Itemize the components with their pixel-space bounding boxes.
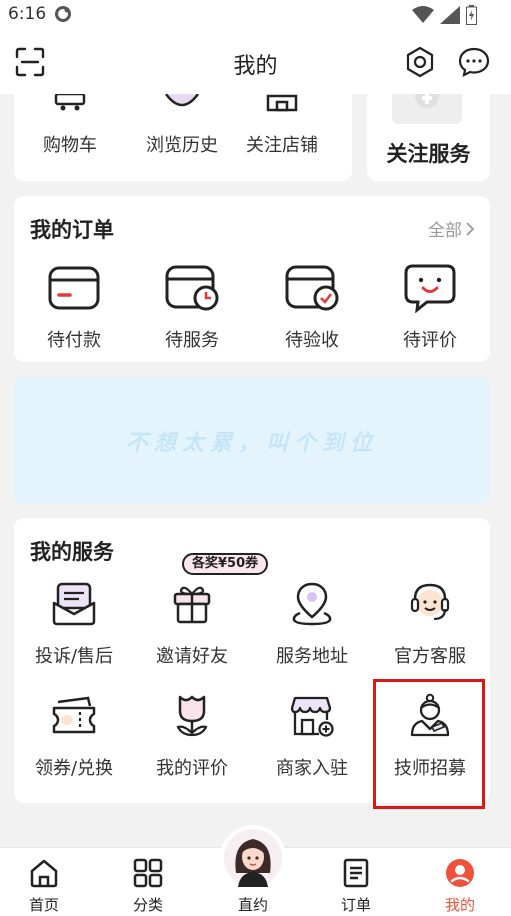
order-pending-payment[interactable]: 待付款: [14, 258, 134, 352]
shopping-cart-item[interactable]: 购物车: [20, 92, 120, 157]
card-check-icon: [282, 258, 342, 318]
highlight-box: [373, 679, 485, 809]
service-my-reviews-label: 我的评价: [156, 758, 228, 779]
status-time: 6:16: [8, 4, 47, 24]
follow-service-card[interactable]: 关注服务: [367, 94, 490, 181]
shortcut-card: 购物车 浏览历史 关注店铺: [14, 92, 352, 181]
nav-direct-booking-label: 直约: [237, 896, 268, 914]
home-icon: [27, 856, 61, 890]
nav-home[interactable]: 首页: [4, 856, 84, 915]
nav-profile-label: 我的: [444, 896, 475, 914]
card-clock-icon: [162, 258, 222, 318]
headset-icon: [400, 574, 460, 634]
invite-reward-badge: 各奖¥50券: [182, 553, 269, 575]
service-customer-support[interactable]: 官方客服: [370, 574, 490, 668]
tulip-icon: [162, 686, 222, 746]
add-service-icon: [392, 94, 462, 124]
history-icon: [164, 93, 200, 107]
services-title: 我的服务: [30, 540, 114, 564]
nav-category-label: 分类: [132, 896, 163, 914]
message-button[interactable]: [458, 46, 490, 78]
follow-service-label: 关注服务: [386, 142, 471, 166]
document-icon: [339, 856, 373, 890]
coupon-icon: [44, 686, 104, 746]
order-pending-review[interactable]: 待评价: [370, 258, 490, 352]
service-invite-friends[interactable]: 邀请好友: [132, 574, 252, 668]
service-my-reviews[interactable]: 我的评价: [132, 686, 252, 780]
browse-history-label: 浏览历史: [146, 135, 218, 156]
gear-icon: [406, 46, 434, 78]
service-coupons[interactable]: 领券/兑换: [14, 686, 134, 780]
orders-all-link[interactable]: 全部: [428, 216, 474, 241]
grid-icon: [131, 856, 165, 890]
service-address[interactable]: 服务地址: [252, 574, 372, 668]
avatar-icon: [224, 829, 282, 887]
browse-history-item[interactable]: 浏览历史: [132, 93, 232, 157]
battery-icon: [466, 5, 477, 25]
wifi-icon: [412, 6, 434, 23]
service-merchant-join[interactable]: 商家入驻: [252, 686, 372, 780]
nav-profile[interactable]: 我的: [420, 856, 500, 915]
service-merchant-join-label: 商家入驻: [276, 758, 348, 779]
order-pending-acceptance[interactable]: 待验收: [252, 258, 372, 352]
settings-button[interactable]: [404, 46, 436, 78]
profile-icon: [443, 856, 477, 890]
store-icon: [266, 94, 298, 112]
signal-icon: [440, 6, 460, 24]
banner-text: 不想太累，叫个到位: [125, 430, 378, 456]
shopping-cart-label: 购物车: [43, 135, 97, 156]
service-invite-friends-label: 邀请好友: [156, 646, 228, 667]
nav-orders-label: 订单: [340, 896, 371, 914]
service-address-label: 服务地址: [276, 646, 348, 667]
orders-title: 我的订单: [30, 218, 114, 242]
sync-icon: [55, 6, 71, 22]
promo-banner[interactable]: 不想太累，叫个到位: [14, 377, 490, 504]
order-pending-acceptance-label: 待验收: [285, 330, 339, 351]
follow-store-item[interactable]: 关注店铺: [232, 94, 332, 157]
order-pending-payment-label: 待付款: [47, 330, 101, 351]
order-pending-service-label: 待服务: [165, 330, 219, 351]
nav-orders[interactable]: 订单: [316, 856, 396, 915]
order-pending-service[interactable]: 待服务: [132, 258, 252, 352]
nav-category[interactable]: 分类: [108, 856, 188, 915]
service-coupons-label: 领券/兑换: [34, 758, 114, 779]
nav-home-label: 首页: [28, 896, 59, 914]
card-payment-icon: [44, 258, 104, 318]
gift-icon: [162, 574, 222, 634]
order-pending-review-label: 待评价: [403, 330, 457, 351]
shopping-cart-icon: [54, 92, 86, 111]
shop-add-icon: [282, 686, 342, 746]
chevron-right-icon: [466, 221, 474, 236]
header: 我的: [0, 30, 511, 94]
chat-bubble-icon: [458, 47, 490, 77]
location-pin-icon: [282, 574, 342, 634]
service-complaint[interactable]: 投诉/售后: [14, 574, 134, 668]
service-complaint-label: 投诉/售后: [34, 646, 114, 667]
follow-store-label: 关注店铺: [246, 135, 318, 156]
status-bar: 6:16: [0, 0, 511, 30]
mail-icon: [44, 574, 104, 634]
my-orders-card: 我的订单 全部 待付款 待服务 待验收 待评价: [14, 196, 490, 362]
nav-direct-booking[interactable]: [220, 825, 286, 891]
orders-all-label: 全部: [428, 221, 462, 241]
service-customer-support-label: 官方客服: [394, 646, 466, 667]
smile-chat-icon: [400, 258, 460, 318]
